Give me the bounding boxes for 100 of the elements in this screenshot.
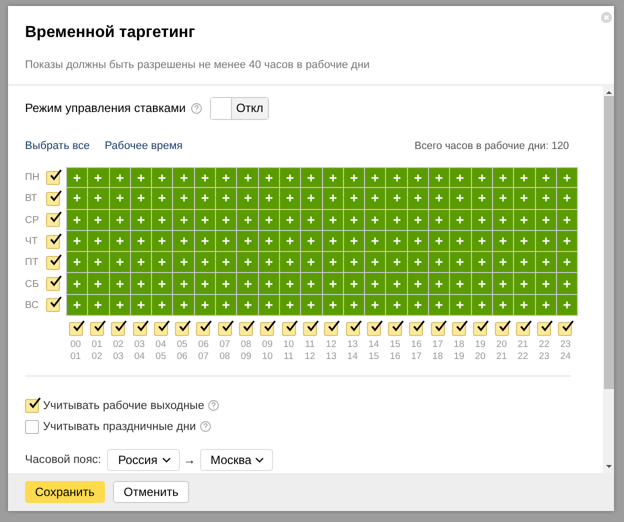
hour-cell[interactable] (88, 294, 109, 316)
hour-cell[interactable] (472, 210, 492, 230)
hour-checkbox[interactable] (175, 322, 190, 336)
hour-checkbox[interactable] (558, 322, 572, 336)
hour-cell[interactable] (237, 210, 258, 230)
hour-cell[interactable] (67, 168, 88, 188)
hour-cell[interactable] (237, 294, 258, 316)
hour-cell[interactable] (556, 273, 578, 294)
hour-cell[interactable] (322, 230, 343, 252)
hour-cell[interactable] (280, 273, 300, 294)
hour-cell[interactable] (301, 188, 322, 209)
hour-cell[interactable] (365, 252, 386, 272)
hour-checkbox[interactable] (111, 322, 126, 336)
bid-mode-toggle[interactable]: Откл (210, 96, 269, 120)
hour-cell[interactable] (344, 188, 364, 209)
hour-cell[interactable] (173, 252, 194, 272)
hour-cell[interactable] (67, 273, 88, 294)
hour-cell[interactable] (408, 168, 428, 188)
hour-cell[interactable] (216, 168, 236, 188)
hour-cell[interactable] (237, 252, 258, 272)
hour-cell[interactable] (194, 252, 216, 272)
hour-cell[interactable] (344, 273, 364, 294)
hour-cell[interactable] (130, 188, 152, 209)
hour-cell[interactable] (450, 168, 471, 188)
hour-cell[interactable] (194, 188, 216, 209)
hour-cell[interactable] (536, 168, 556, 188)
hour-cell[interactable] (130, 294, 152, 316)
hour-cell[interactable] (429, 210, 450, 230)
hour-cell[interactable] (556, 188, 578, 209)
hour-cell[interactable] (322, 252, 343, 272)
hour-checkbox[interactable] (132, 322, 147, 336)
hour-cell[interactable] (258, 168, 279, 188)
hour-cell[interactable] (472, 168, 492, 188)
hour-cell[interactable] (429, 230, 450, 252)
hour-cell[interactable] (301, 294, 322, 316)
hour-cell[interactable] (110, 188, 130, 209)
hour-checkbox[interactable] (68, 322, 83, 336)
hour-cell[interactable] (344, 210, 364, 230)
hour-cell[interactable] (472, 188, 492, 209)
hour-cell[interactable] (237, 188, 258, 209)
hour-cell[interactable] (194, 168, 216, 188)
hour-cell[interactable] (216, 188, 236, 209)
hour-cell[interactable] (280, 188, 300, 209)
option-checkbox[interactable] (25, 398, 39, 413)
hour-cell[interactable] (365, 168, 386, 188)
hour-cell[interactable] (429, 294, 450, 316)
hour-cell[interactable] (88, 252, 109, 272)
day-checkbox[interactable] (46, 277, 60, 292)
hour-cell[interactable] (429, 252, 450, 272)
hour-cell[interactable] (110, 252, 130, 272)
help-icon[interactable] (208, 400, 220, 412)
hour-cell[interactable] (152, 168, 172, 188)
hour-cell[interactable] (152, 188, 172, 209)
hour-cell[interactable] (492, 252, 514, 272)
scrollbar[interactable] (603, 86, 614, 473)
day-checkbox[interactable] (46, 192, 60, 206)
hour-checkbox[interactable] (346, 322, 360, 336)
hour-cell[interactable] (322, 273, 343, 294)
hour-cell[interactable] (344, 294, 364, 316)
hour-cell[interactable] (110, 294, 130, 316)
hour-cell[interactable] (556, 294, 578, 316)
hour-cell[interactable] (88, 273, 109, 294)
hour-cell[interactable] (194, 294, 216, 316)
hour-cell[interactable] (194, 210, 216, 230)
hour-cell[interactable] (408, 252, 428, 272)
hour-cell[interactable] (365, 188, 386, 209)
hour-checkbox[interactable] (196, 322, 210, 336)
hour-cell[interactable] (429, 273, 450, 294)
hour-checkbox[interactable] (430, 322, 445, 336)
hour-checkbox[interactable] (154, 322, 168, 336)
hour-cell[interactable] (344, 252, 364, 272)
hour-cell[interactable] (88, 188, 109, 209)
hour-cell[interactable] (450, 294, 471, 316)
day-checkbox[interactable] (46, 234, 60, 249)
hour-cell[interactable] (322, 294, 343, 316)
hour-cell[interactable] (322, 168, 343, 188)
hour-cell[interactable] (492, 230, 514, 252)
help-icon[interactable] (190, 102, 202, 114)
hour-cell[interactable] (386, 210, 407, 230)
hour-cell[interactable] (173, 168, 194, 188)
hour-cell[interactable] (237, 168, 258, 188)
hour-cell[interactable] (472, 230, 492, 252)
hour-cell[interactable] (514, 294, 535, 316)
hour-cell[interactable] (344, 230, 364, 252)
hour-cell[interactable] (237, 230, 258, 252)
hour-cell[interactable] (110, 168, 130, 188)
hour-cell[interactable] (280, 252, 300, 272)
help-icon[interactable] (200, 421, 211, 432)
hour-cell[interactable] (173, 273, 194, 294)
hour-cell[interactable] (450, 188, 471, 209)
hour-cell[interactable] (173, 210, 194, 230)
hour-cell[interactable] (408, 230, 428, 252)
hour-cell[interactable] (472, 294, 492, 316)
hour-cell[interactable] (301, 230, 322, 252)
hour-checkbox[interactable] (516, 322, 530, 336)
hour-cell[interactable] (152, 294, 172, 316)
hour-cell[interactable] (280, 294, 300, 316)
hour-cell[interactable] (514, 188, 535, 209)
hour-cell[interactable] (301, 168, 322, 188)
hour-checkbox[interactable] (494, 322, 509, 336)
